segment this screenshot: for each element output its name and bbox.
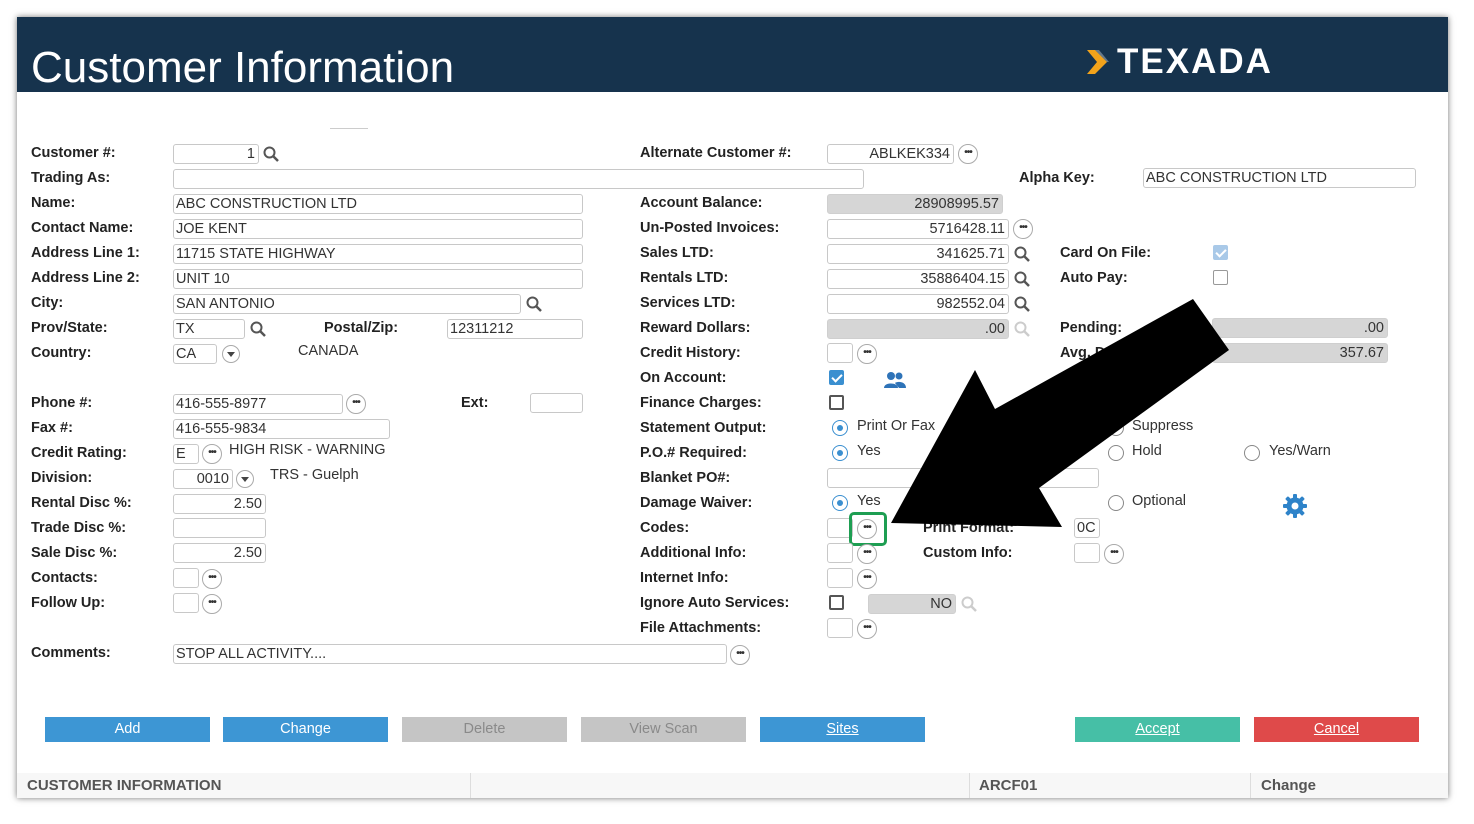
customer-information-window: Customer Information TEXADA Customer #: … — [17, 17, 1448, 798]
status-divider — [969, 773, 970, 798]
status-screen-code: ARCF01 — [979, 777, 1038, 794]
sites-button[interactable]: Sites — [760, 717, 925, 742]
accept-button[interactable]: Accept — [1075, 717, 1240, 742]
pointer-arrow — [891, 299, 1229, 527]
view-scan-button[interactable]: View Scan — [581, 717, 746, 742]
status-divider — [470, 773, 471, 798]
cancel-button[interactable]: Cancel — [1254, 717, 1419, 742]
status-mode: Change — [1261, 777, 1317, 794]
status-screen-name: CUSTOMER INFORMATION — [27, 777, 222, 794]
status-bar: CUSTOMER INFORMATION ARCF01 Change — [17, 773, 1448, 798]
delete-button[interactable]: Delete — [402, 717, 567, 742]
add-button[interactable]: Add — [45, 717, 210, 742]
status-divider — [1250, 773, 1251, 798]
change-button[interactable]: Change — [223, 717, 388, 742]
